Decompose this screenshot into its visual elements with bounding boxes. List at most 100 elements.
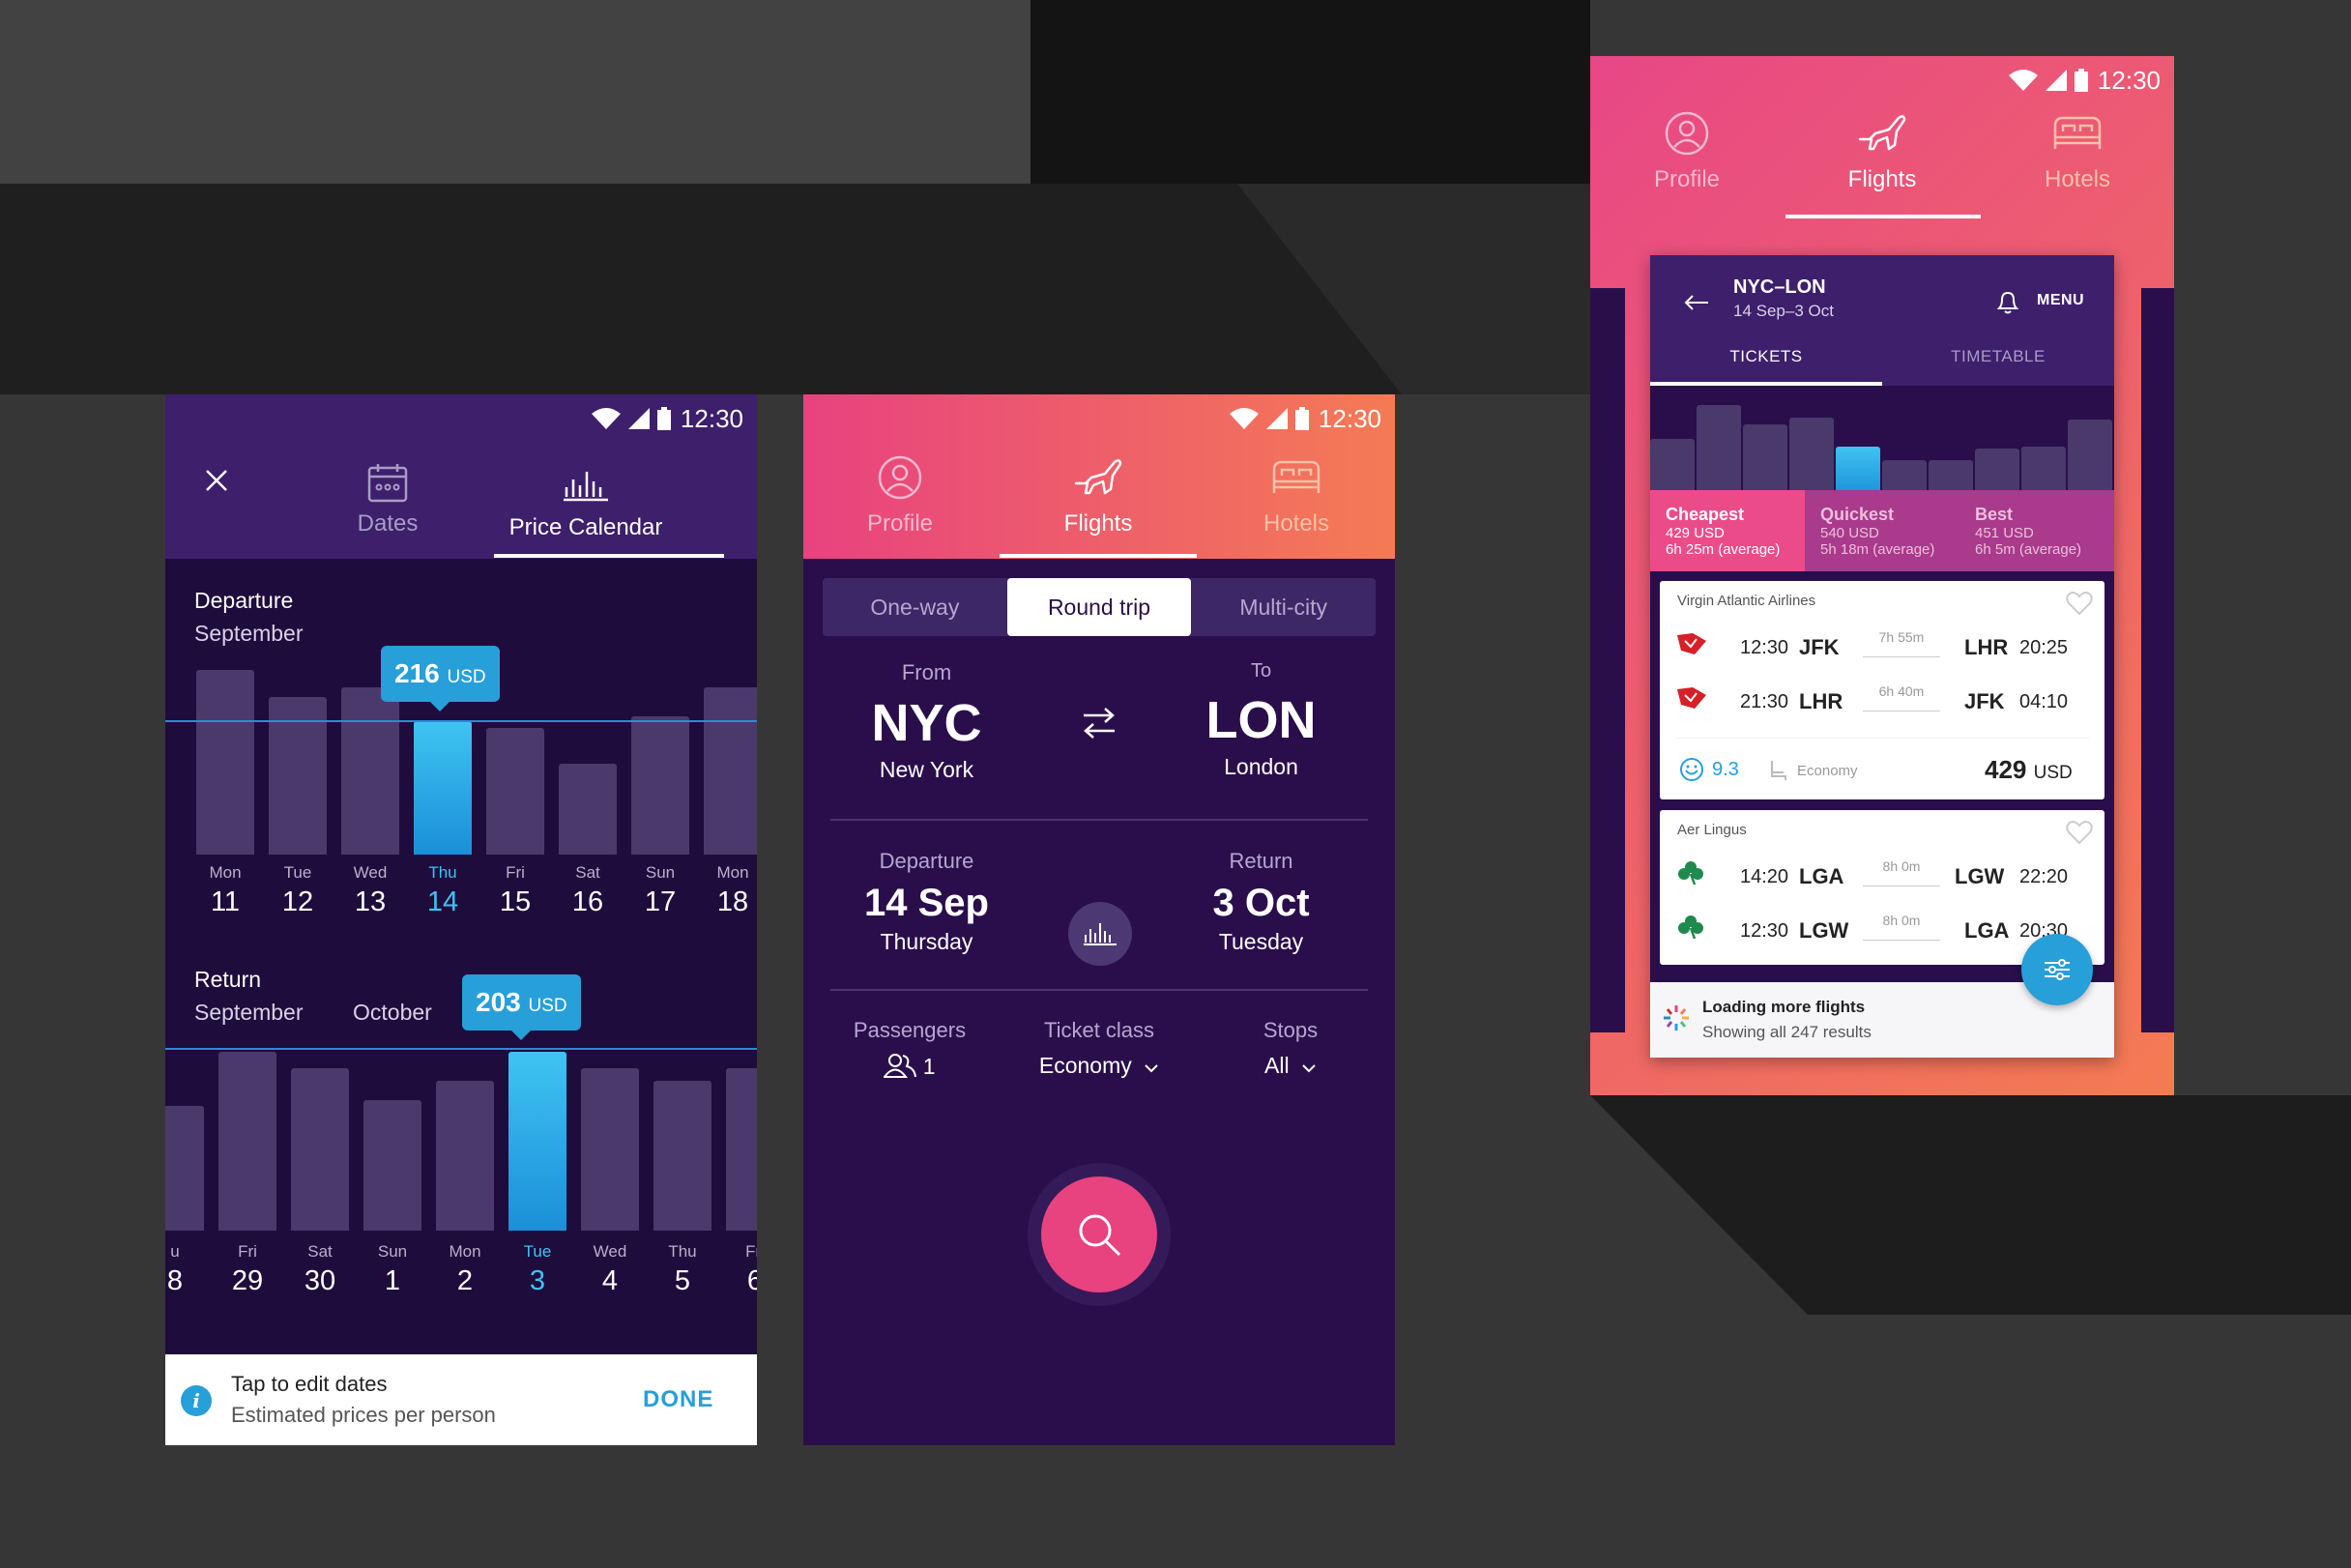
battery-icon: [656, 407, 671, 430]
tab-flights[interactable]: Flights: [1785, 110, 1979, 193]
flight-search-screen: 12:30 Profile Flights Hotels One-way Rou…: [803, 394, 1395, 1445]
price-bar[interactable]: [414, 721, 472, 855]
day-number: 8: [166, 1265, 184, 1296]
price-bar[interactable]: [1697, 405, 1741, 497]
day-label[interactable]: Fri 29: [214, 1242, 281, 1297]
battery-icon: [1294, 407, 1309, 430]
menu-button[interactable]: MENU: [2037, 292, 2084, 309]
heart-icon[interactable]: [2066, 591, 2093, 616]
tab-flights[interactable]: Flights: [1001, 449, 1195, 537]
price-bar[interactable]: [165, 1106, 204, 1231]
trip-type-one-way[interactable]: One-way: [823, 578, 1007, 636]
day-label[interactable]: Fri 6: [721, 1242, 757, 1297]
price-calendar-button[interactable]: [1068, 902, 1132, 966]
status-time: 12:30: [1318, 403, 1381, 433]
day-number: 3: [529, 1265, 546, 1296]
passengers-count: 1: [922, 1054, 936, 1079]
day-label[interactable]: Wed 4: [576, 1242, 644, 1297]
price-bar[interactable]: [631, 716, 689, 855]
done-button[interactable]: DONE: [643, 1386, 713, 1413]
day-label[interactable]: Wed 13: [336, 863, 404, 918]
bed-icon: [2053, 116, 2102, 149]
tab-hotels[interactable]: Hotels: [1200, 449, 1393, 537]
sort-best[interactable]: Best 451 USD 6h 5m (average): [1959, 490, 2114, 571]
tab-price-calendar[interactable]: Price Calendar: [494, 452, 678, 541]
tab-profile[interactable]: Profile: [803, 449, 997, 537]
subtab-tickets[interactable]: TICKETS: [1650, 347, 1882, 366]
search-button[interactable]: [1041, 1176, 1157, 1292]
calendar-icon: [367, 464, 408, 503]
day-number: 11: [210, 886, 241, 917]
filter-button[interactable]: [2021, 934, 2093, 1005]
day-label[interactable]: Sun 17: [626, 863, 694, 918]
price-bar[interactable]: [436, 1081, 494, 1231]
tab-dates[interactable]: Dates: [320, 452, 455, 537]
day-label[interactable]: Thu 5: [649, 1242, 716, 1297]
trip-type-multi-city[interactable]: Multi-city: [1191, 578, 1376, 636]
ticket-class-field[interactable]: Ticket class Economy: [1006, 1018, 1192, 1079]
tab-profile[interactable]: Profile: [1590, 110, 1784, 193]
departure-airport: JFK: [1799, 635, 1840, 659]
to-field[interactable]: To LON London: [1157, 660, 1365, 780]
bell-icon[interactable]: [1994, 288, 2021, 315]
price-bar[interactable]: [341, 687, 399, 855]
stops-field[interactable]: Stops All: [1209, 1018, 1372, 1079]
passengers-field[interactable]: Passengers 1: [823, 1018, 997, 1080]
price-bar[interactable]: [291, 1068, 349, 1231]
departure-price-line: [165, 720, 757, 722]
sort-quickest[interactable]: Quickest 540 USD 5h 18m (average): [1805, 490, 1959, 571]
day-label[interactable]: Sun 1: [359, 1242, 426, 1297]
price-bar[interactable]: [581, 1068, 639, 1231]
departure-date-field[interactable]: Departure 14 Sep Thursday: [823, 849, 1030, 955]
return-date-field[interactable]: Return 3 Oct Tuesday: [1157, 849, 1365, 955]
day-of-week: Wed: [593, 1242, 627, 1261]
day-of-week: Tue: [283, 863, 312, 882]
close-icon[interactable]: [204, 468, 229, 493]
price-bar[interactable]: [726, 1068, 757, 1231]
return-month-october: October: [353, 1000, 432, 1025]
day-label[interactable]: Mon 11: [191, 863, 259, 918]
price-bar[interactable]: [196, 670, 254, 855]
swap-icon[interactable]: [1080, 706, 1118, 740]
day-label[interactable]: Sat 16: [554, 863, 622, 918]
back-arrow-icon[interactable]: [1683, 294, 1708, 311]
day-label[interactable]: Mon 18: [699, 863, 757, 918]
status-bar: 12:30: [591, 398, 743, 439]
day-label[interactable]: Fri 15: [481, 863, 549, 918]
card-peek-right: [2141, 288, 2174, 1032]
day-of-week: Thu: [668, 1242, 697, 1261]
day-label[interactable]: u8: [165, 1242, 209, 1297]
sort-cheapest[interactable]: Cheapest 429 USD 6h 25m (average): [1650, 490, 1805, 571]
price-bar[interactable]: [2068, 420, 2112, 497]
trip-type-round-trip[interactable]: Round trip: [1006, 578, 1192, 636]
from-field[interactable]: From NYC New York: [823, 660, 1030, 783]
day-label[interactable]: Thu 14: [409, 863, 477, 918]
price-bar[interactable]: [1743, 424, 1787, 497]
tab-profile-label: Profile: [866, 510, 934, 537]
price-bar[interactable]: [363, 1100, 421, 1231]
status-bar: 12:30: [1229, 398, 1381, 439]
day-label[interactable]: Tue 12: [264, 863, 332, 918]
signal-icon: [1265, 408, 1288, 429]
arrival-airport: LGA: [1964, 918, 2010, 943]
return-weekday: Tuesday: [1218, 929, 1304, 954]
day-of-week: Fri: [506, 863, 525, 882]
heart-icon[interactable]: [2066, 820, 2093, 845]
day-label[interactable]: Mon 2: [431, 1242, 499, 1297]
price-bar[interactable]: [1789, 418, 1834, 497]
subtab-timetable[interactable]: TIMETABLE: [1882, 347, 2114, 366]
day-number: 30: [304, 1265, 336, 1296]
price-bar[interactable]: [218, 1052, 276, 1231]
price-bar[interactable]: [559, 764, 617, 855]
day-label[interactable]: Tue 3: [504, 1242, 571, 1297]
price-bar[interactable]: [704, 687, 757, 855]
info-icon: i: [181, 1385, 212, 1416]
profile-icon: [878, 455, 922, 500]
flight-card[interactable]: Virgin Atlantic Airlines 12:30 JFK 7h 55…: [1660, 581, 2104, 799]
day-label[interactable]: Sat 30: [286, 1242, 354, 1297]
price-bar[interactable]: [653, 1081, 711, 1231]
tab-hotels[interactable]: Hotels: [1981, 110, 2174, 193]
price-bar[interactable]: [486, 728, 544, 855]
price-bar[interactable]: [1650, 439, 1695, 497]
price-bar[interactable]: [508, 1052, 566, 1231]
